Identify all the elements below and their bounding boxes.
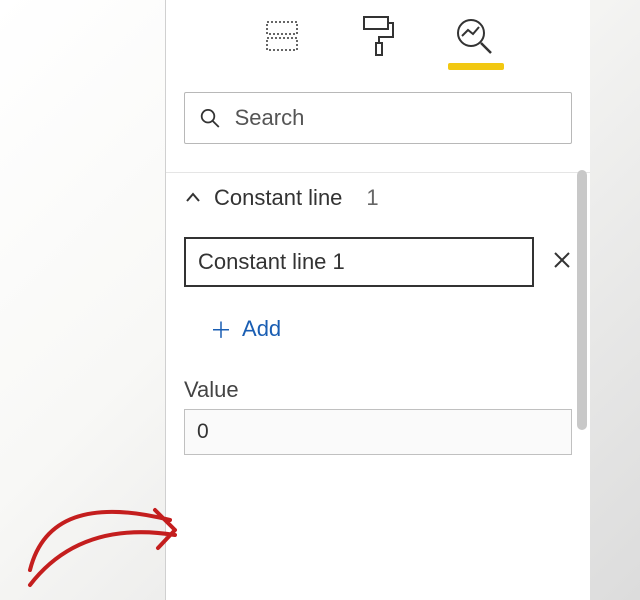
value-input[interactable] <box>184 409 572 455</box>
delete-item-button[interactable] <box>552 250 572 275</box>
search-container <box>184 92 572 144</box>
close-icon <box>552 250 572 270</box>
constant-line-item[interactable]: Constant line 1 <box>184 237 534 287</box>
section-title: Constant line <box>214 185 342 211</box>
plus-icon: ＋ <box>210 313 232 345</box>
fields-tab[interactable] <box>258 12 306 60</box>
pane-tabs <box>166 8 590 72</box>
search-box[interactable] <box>184 92 572 144</box>
table-icon <box>264 18 300 54</box>
value-field-container <box>184 409 572 455</box>
section-count: 1 <box>366 185 378 211</box>
constant-line-item-row: Constant line 1 <box>184 237 572 287</box>
add-label: Add <box>242 316 281 342</box>
format-tab[interactable] <box>354 12 402 60</box>
analytics-chart-icon <box>454 16 494 56</box>
add-constant-line-button[interactable]: ＋ Add <box>210 313 572 345</box>
paint-roller-icon <box>360 15 396 57</box>
chevron-up-icon <box>184 189 202 207</box>
scrollbar-thumb[interactable] <box>577 170 587 430</box>
search-icon <box>199 106 221 130</box>
analytics-panel: Constant line 1 Constant line 1 ＋ Add Va… <box>165 0 590 600</box>
analytics-tab[interactable] <box>450 12 498 60</box>
search-input[interactable] <box>235 105 557 131</box>
value-field-label: Value <box>184 377 572 403</box>
constant-line-section-header[interactable]: Constant line 1 <box>166 172 590 223</box>
